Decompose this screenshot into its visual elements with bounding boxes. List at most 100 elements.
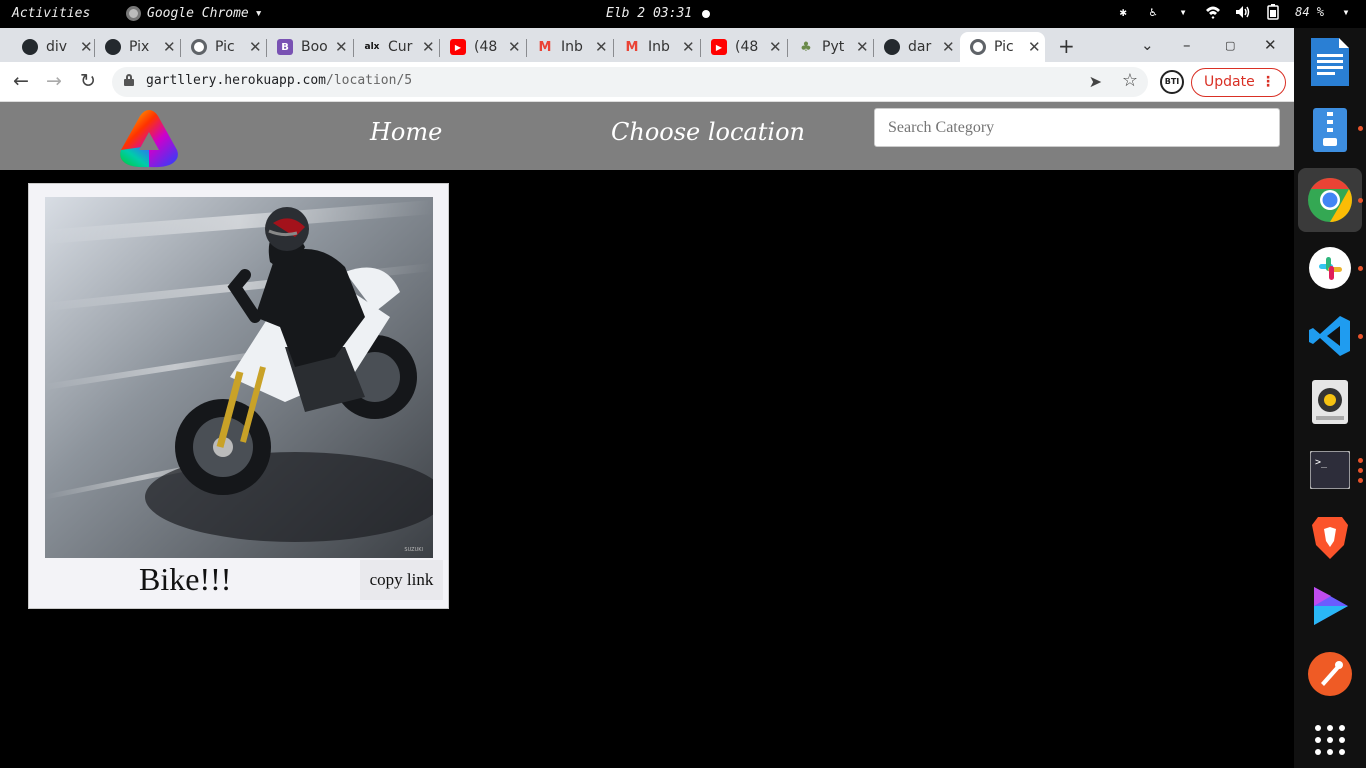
clock[interactable]: Elb 2 03:31	[606, 6, 692, 21]
dock-chrome[interactable]	[1298, 168, 1362, 232]
volume-icon[interactable]	[1235, 4, 1251, 20]
browser-tab[interactable]: div ✕	[12, 32, 95, 62]
dock-vscode[interactable]	[1304, 310, 1356, 362]
tab-title: Cur	[388, 39, 413, 55]
battery-icon[interactable]	[1265, 4, 1281, 20]
tab-search-icon[interactable]: ⌄	[1141, 36, 1154, 54]
browser-tab[interactable]: M Inb ✕	[614, 32, 701, 62]
dock-slack[interactable]	[1304, 242, 1356, 294]
vscode-icon	[1309, 316, 1350, 356]
close-tab-icon[interactable]: ✕	[595, 38, 608, 56]
dock-brave[interactable]	[1304, 512, 1356, 564]
window-close-icon[interactable]: ✕	[1264, 36, 1277, 54]
close-tab-icon[interactable]: ✕	[422, 38, 435, 56]
maximize-icon[interactable]: ▢	[1225, 39, 1235, 52]
reload-icon[interactable]: ↻	[80, 70, 96, 92]
close-tab-icon[interactable]: ✕	[769, 38, 782, 56]
send-icon[interactable]: ➤	[1089, 72, 1102, 91]
terminal-icon: >_	[1310, 451, 1350, 489]
close-tab-icon[interactable]: ✕	[335, 38, 348, 56]
close-tab-icon[interactable]: ✕	[249, 38, 262, 56]
tab-title: div	[46, 39, 68, 55]
nav-choose-location-link[interactable]: Choose location	[611, 118, 805, 146]
bti-extension-icon[interactable]: BTI	[1160, 70, 1184, 94]
slack-icon	[1309, 247, 1351, 289]
accessibility-icon[interactable]: ♿	[1145, 4, 1161, 20]
browser-tab[interactable]: ▶ (48 ✕	[701, 32, 788, 62]
running-indicator	[1358, 478, 1363, 483]
motorcycle-photo[interactable]: SUZUKI	[45, 197, 433, 558]
browser-tab[interactable]: B Boo ✕	[267, 32, 354, 62]
more-vert-icon: ⋮	[1261, 74, 1275, 90]
notification-dot	[702, 10, 710, 18]
app-menu[interactable]: Google Chrome ▾	[126, 6, 263, 21]
svg-text:>_: >_	[1315, 457, 1328, 468]
new-tab-button[interactable]: +	[1058, 34, 1075, 58]
tab-title: Pic	[994, 39, 1014, 55]
dock-show-apps[interactable]	[1304, 714, 1356, 766]
minimize-icon[interactable]: –	[1183, 36, 1191, 54]
copy-link-button[interactable]: copy link	[360, 560, 443, 600]
svg-text:SUZUKI: SUZUKI	[404, 547, 423, 553]
close-tab-icon[interactable]: ✕	[163, 38, 176, 56]
browser-tab[interactable]: Pix ✕	[95, 32, 181, 62]
browser-tab[interactable]: M Inb ✕	[527, 32, 614, 62]
github-icon	[105, 39, 121, 55]
browser-tab[interactable]: ▶ (48 ✕	[440, 32, 527, 62]
search-category-input[interactable]	[874, 108, 1280, 147]
address-bar[interactable]: gartllery.herokuapp.com/location/5 ➤ ☆	[112, 67, 1148, 97]
github-icon	[884, 39, 900, 55]
chrome-icon	[1308, 178, 1352, 222]
update-label: Update	[1204, 74, 1255, 90]
system-top-bar: Activities Google Chrome ▾ Elb 2 03:31 ✱…	[0, 0, 1366, 28]
dock-terminal[interactable]: >_	[1304, 444, 1356, 496]
browser-tab[interactable]: dar ✕	[874, 32, 960, 62]
url-host: gartllery.herokuapp.com	[146, 73, 327, 88]
dock-media-player[interactable]	[1304, 580, 1356, 632]
dock-postman[interactable]	[1304, 648, 1356, 700]
tab-title: Pyt	[822, 39, 845, 55]
slack-tray-icon[interactable]: ✱	[1115, 4, 1131, 20]
caret-down-icon: ▾	[254, 6, 263, 21]
dock: >_	[1294, 28, 1366, 768]
lock-icon[interactable]	[124, 74, 134, 86]
dock-writer[interactable]	[1304, 36, 1356, 88]
close-tab-icon[interactable]: ✕	[942, 38, 955, 56]
dock-archive-manager[interactable]	[1304, 104, 1356, 156]
play-icon	[1314, 587, 1348, 625]
wifi-icon[interactable]	[1205, 4, 1221, 20]
system-tray[interactable]: ✱ ♿ ▾ 84 % ▾	[1115, 4, 1354, 20]
back-arrow-icon[interactable]: ←	[13, 70, 29, 92]
nav-home-link[interactable]: Home	[370, 118, 442, 146]
browser-tab-active[interactable]: Pic ✕	[960, 32, 1045, 62]
tab-title: Pix	[129, 39, 150, 55]
browser-tab[interactable]: alx Cur ✕	[354, 32, 440, 62]
running-indicator	[1358, 126, 1363, 131]
browser-tab[interactable]: Pic ✕	[181, 32, 267, 62]
close-tab-icon[interactable]: ✕	[1028, 38, 1041, 56]
update-button[interactable]: Update ⋮	[1191, 68, 1286, 97]
caret-down-icon: ▾	[1342, 5, 1350, 19]
tab-title: (48	[474, 39, 498, 55]
running-indicator	[1358, 198, 1363, 203]
libreoffice-writer-icon	[1311, 38, 1349, 86]
close-tab-icon[interactable]: ✕	[80, 38, 93, 56]
browser-tab[interactable]: ♣ Pyt ✕	[788, 32, 874, 62]
site-navbar: Home Choose location	[0, 102, 1294, 170]
bookmark-star-icon[interactable]: ☆	[1122, 70, 1138, 91]
site-logo[interactable]	[118, 108, 180, 168]
close-tab-icon[interactable]: ✕	[682, 38, 695, 56]
tab-title: dar	[908, 39, 932, 55]
close-tab-icon[interactable]: ✕	[856, 38, 869, 56]
dock-rhythmbox[interactable]	[1304, 376, 1356, 428]
tab-title: Inb	[648, 39, 670, 55]
gmail-icon: M	[538, 39, 552, 55]
forward-arrow-icon[interactable]: →	[46, 70, 62, 92]
activities-button[interactable]: Activities	[12, 6, 90, 21]
archive-icon	[1313, 108, 1347, 152]
brave-icon	[1312, 517, 1348, 559]
youtube-icon: ▶	[450, 39, 466, 55]
close-tab-icon[interactable]: ✕	[508, 38, 521, 56]
image-card: SUZUKI Bike!!! copy link	[28, 183, 449, 609]
bootstrap-icon: B	[277, 39, 293, 55]
